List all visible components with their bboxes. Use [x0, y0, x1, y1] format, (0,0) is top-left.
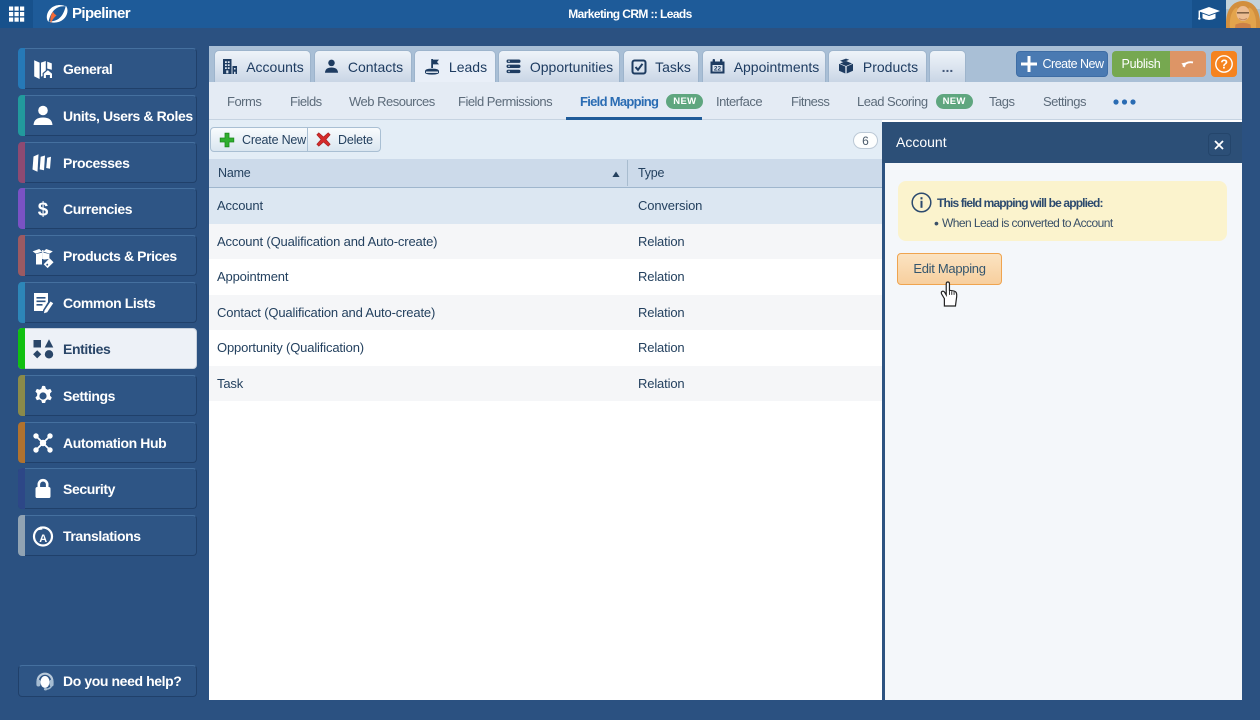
- svg-text:$: $: [38, 199, 49, 220]
- svg-text:A: A: [39, 533, 47, 545]
- svg-text:22: 22: [714, 66, 722, 73]
- svg-text:?: ?: [1220, 58, 1227, 72]
